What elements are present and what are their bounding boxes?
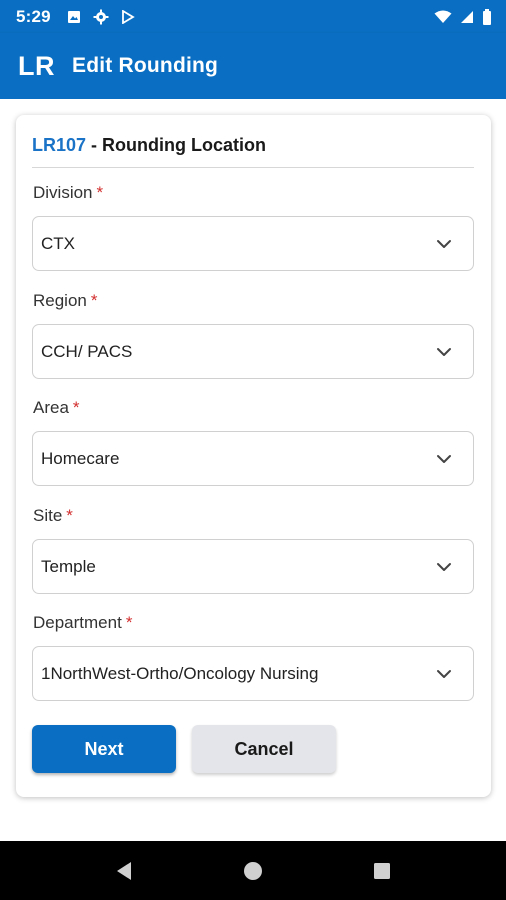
site-label-text: Site [33, 506, 63, 525]
back-icon[interactable] [104, 851, 144, 891]
region-select[interactable]: CCH/ PACS [32, 324, 474, 379]
department-value: 1NorthWest-Ortho/Oncology Nursing [41, 663, 319, 683]
rounding-code: LR107 [32, 135, 87, 155]
page-title: Edit Rounding [72, 54, 219, 77]
site-select[interactable]: Temple [32, 539, 474, 594]
battery-icon [482, 8, 492, 25]
region-label-text: Region [33, 291, 87, 310]
region-label: Region * [33, 291, 98, 311]
chevron-down-icon [435, 450, 453, 468]
play-store-icon [121, 9, 135, 24]
status-icons-left [67, 9, 135, 25]
required-mark: * [66, 506, 73, 525]
region-value: CCH/ PACS [41, 341, 133, 361]
department-label: Department * [33, 613, 132, 633]
area-label: Area * [33, 398, 80, 418]
division-value: CTX [41, 233, 75, 253]
rounding-location-card: LR107 - Rounding Location Division * CTX … [16, 115, 491, 797]
area-select[interactable]: Homecare [32, 431, 474, 486]
department-label-text: Department [33, 613, 122, 632]
site-value: Temple [41, 556, 96, 576]
status-time: 5:29 [16, 6, 51, 26]
cancel-button[interactable]: Cancel [192, 725, 336, 773]
required-mark: * [72, 398, 80, 417]
signal-icon [460, 10, 474, 24]
area-label-text: Area [33, 398, 69, 417]
content-area: LR107 - Rounding Location Division * CTX … [0, 99, 506, 841]
card-title: - Rounding Location [86, 135, 266, 155]
division-label-text: Division [33, 183, 93, 202]
division-label: Division * [33, 183, 103, 203]
card-header: LR107 - Rounding Location [32, 135, 474, 168]
photo-icon [67, 10, 81, 24]
site-label: Site * [33, 506, 73, 526]
department-select[interactable]: 1NorthWest-Ortho/Oncology Nursing [32, 646, 474, 701]
home-icon[interactable] [233, 851, 273, 891]
chevron-down-icon [435, 665, 453, 683]
chevron-down-icon [435, 558, 453, 576]
app-logo: LR [18, 50, 55, 81]
required-mark: * [90, 291, 98, 310]
status-bar: 5:29 [0, 0, 506, 33]
app-bar: LR Edit Rounding [0, 33, 506, 99]
recents-icon[interactable] [362, 851, 402, 891]
next-button[interactable]: Next [32, 725, 176, 773]
area-value: Homecare [41, 448, 120, 468]
chevron-down-icon [435, 235, 453, 253]
required-mark: * [96, 183, 104, 202]
status-icons-right [434, 8, 492, 25]
required-mark: * [125, 613, 133, 632]
chevron-down-icon [435, 343, 453, 361]
system-nav-bar [0, 841, 506, 900]
division-select[interactable]: CTX [32, 216, 474, 271]
wifi-icon [434, 10, 452, 24]
gear-icon [93, 9, 109, 25]
